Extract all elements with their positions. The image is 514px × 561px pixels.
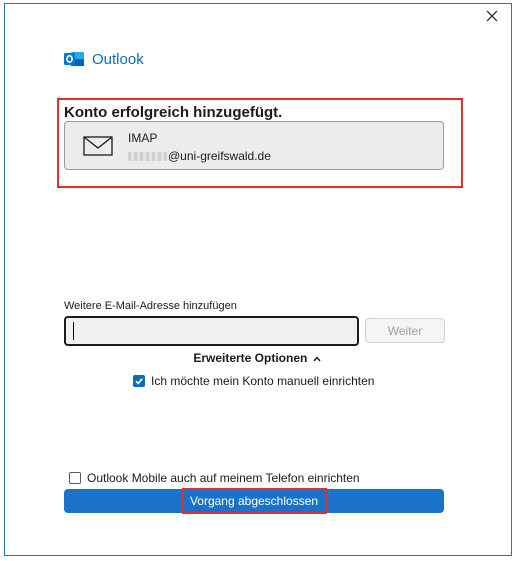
next-button[interactable]: Weiter: [365, 318, 445, 343]
outlook-logo-icon: [64, 52, 84, 66]
finish-button-label: Vorgang abgeschlossen: [189, 494, 319, 508]
brand-name: Outlook: [92, 50, 144, 68]
account-type: IMAP: [128, 131, 158, 145]
chevron-up-icon: [313, 356, 321, 362]
account-email-domain: @uni-greifswald.de: [168, 149, 271, 163]
success-title: Konto erfolgreich hinzugefügt.: [64, 104, 283, 121]
account-card: IMAP @uni-greifswald.de: [64, 121, 444, 170]
text-caret: [73, 322, 74, 340]
close-icon: [486, 10, 498, 22]
advanced-options-toggle[interactable]: Erweiterte Optionen: [0, 351, 514, 365]
finish-button[interactable]: Vorgang abgeschlossen: [64, 489, 444, 513]
add-email-label: Weitere E-Mail-Adresse hinzufügen: [64, 300, 237, 312]
redacted-username: [128, 151, 167, 161]
manual-setup-label: Ich möchte mein Konto manuell einrichten: [151, 374, 375, 388]
mobile-setup-checkbox[interactable]: [69, 472, 81, 484]
checkmark-icon: [135, 378, 143, 385]
email-field[interactable]: [64, 316, 359, 346]
close-button[interactable]: [482, 6, 502, 26]
mobile-setup-label: Outlook Mobile auch auf meinem Telefon e…: [87, 471, 360, 485]
manual-setup-row[interactable]: Ich möchte mein Konto manuell einrichten: [133, 374, 374, 388]
manual-setup-checkbox[interactable]: [133, 375, 145, 387]
advanced-options-label: Erweiterte Optionen: [193, 351, 308, 365]
mail-icon: [83, 136, 113, 156]
outlook-brand: Outlook: [64, 50, 144, 68]
mobile-setup-row[interactable]: Outlook Mobile auch auf meinem Telefon e…: [69, 471, 360, 485]
account-email: @uni-greifswald.de: [128, 149, 271, 163]
